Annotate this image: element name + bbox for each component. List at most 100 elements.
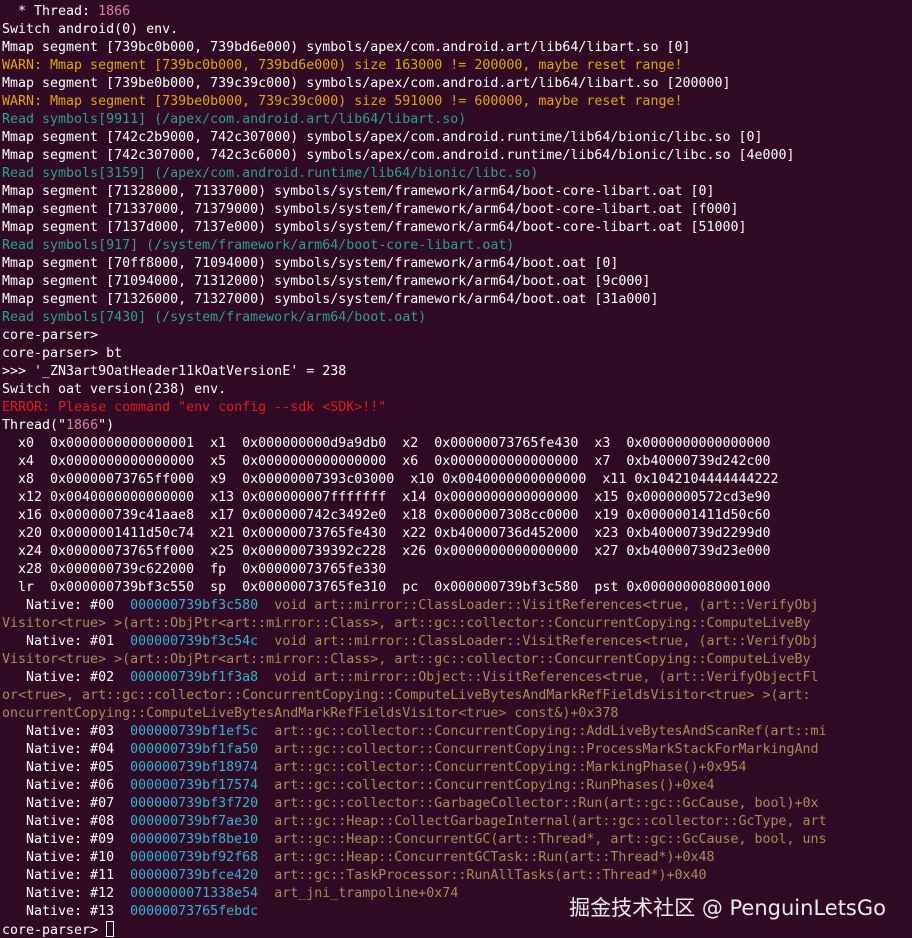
terminal-text-segment: art::gc::Heap::ConcurrentGC(art::Thread*… <box>258 832 827 847</box>
terminal-text-segment: Switch oat version(238) env. <box>2 382 227 397</box>
terminal-line: >>> '_ZN3art9OatHeader11kOatVersionE' = … <box>2 363 912 381</box>
terminal-line: Native: #01 000000739bf3c54c void art::m… <box>2 633 912 651</box>
terminal-text-segment: art::gc::TaskProcessor::RunAllTasks(art:… <box>258 868 707 883</box>
terminal-text-segment: art::gc::Heap::ConcurrentGCTask::Run(art… <box>258 850 715 865</box>
terminal-text-segment: Native: #05 <box>2 760 131 775</box>
terminal-text-segment: 0000000071338e54 <box>130 886 259 901</box>
terminal-text-segment: 00000073765febdc <box>130 904 259 919</box>
terminal-text-segment: 000000739bf18974 <box>130 760 259 775</box>
terminal-text-segment: x0 0x0000000000000001 x1 0x000000000d9a9… <box>2 436 771 451</box>
terminal-line: x4 0x0000000000000000 x5 0x0000000000000… <box>2 453 912 471</box>
terminal-text-segment: Switch android(0) env. <box>2 22 179 37</box>
terminal-text-segment: art::gc::collector::ConcurrentCopying::R… <box>258 778 715 793</box>
terminal-line: Switch android(0) env. <box>2 21 912 39</box>
terminal-text-segment: or<true>, art::gc::collector::Concurrent… <box>2 688 811 703</box>
terminal-text-segment: x8 0x00000073765ff000 x9 0x00000007393c0… <box>2 472 779 487</box>
terminal-text-segment: Native: #03 <box>2 724 131 739</box>
watermark: 掘金技术社区 @ PenguinLetsGo <box>569 896 886 920</box>
terminal-line: x8 0x00000073765ff000 x9 0x00000007393c0… <box>2 471 912 489</box>
terminal-line: Native: #06 000000739bf17574 art::gc::co… <box>2 777 912 795</box>
text-cursor <box>106 921 115 937</box>
terminal-text-segment: Read symbols[9911] (/apex/com.android.ar… <box>2 112 467 127</box>
terminal-text-segment: void art::mirror::Object::VisitReference… <box>258 670 819 685</box>
terminal-text-segment: * Thread: <box>2 4 99 19</box>
terminal-text-segment: Mmap segment [71328000, 71337000) symbol… <box>2 184 715 199</box>
terminal-line: x0 0x0000000000000001 x1 0x000000000d9a9… <box>2 435 912 453</box>
prompt-text: core-parser> <box>2 923 107 938</box>
terminal-line: x28 0x000000739c622000 fp 0x00000073765f… <box>2 561 912 579</box>
terminal-text-segment: Native: #06 <box>2 778 131 793</box>
terminal-text-segment: void art::mirror::ClassLoader::VisitRefe… <box>258 634 819 649</box>
terminal-text-segment: Thread(" <box>2 418 67 433</box>
terminal-line: Native: #00 000000739bf3c580 void art::m… <box>2 597 912 615</box>
terminal-text-segment: 000000739bf17574 <box>130 778 259 793</box>
terminal-text-segment: 000000739bf1ef5c <box>130 724 259 739</box>
terminal-text-segment: Read symbols[7430] (/system/framework/ar… <box>2 310 427 325</box>
prompt-line[interactable]: core-parser> <box>2 921 912 938</box>
terminal-line: Native: #04 000000739bf1fa50 art::gc::co… <box>2 741 912 759</box>
terminal-line: WARN: Mmap segment [739bc0b000, 739bd6e0… <box>2 57 912 75</box>
terminal-line: x12 0x0040000000000000 x13 0x000000007ff… <box>2 489 912 507</box>
terminal-text-segment: 000000739bf7ae30 <box>130 814 259 829</box>
terminal-text-segment: Visitor<true> >(art::ObjPtr<art::mirror:… <box>2 652 811 667</box>
terminal-line: Mmap segment [739be0b000, 739c39c000) sy… <box>2 75 912 93</box>
terminal-text-segment: Visitor<true> >(art::ObjPtr<art::mirror:… <box>2 616 811 631</box>
terminal-line: ERROR: Please command "env config --sdk … <box>2 399 912 417</box>
terminal-line: x16 0x000000739c41aae8 x17 0x000000742c3… <box>2 507 912 525</box>
terminal-line: * Thread: 1866 <box>2 3 912 21</box>
terminal-output: * Thread: 1866 Switch android(0) env. Mmap… <box>2 3 912 921</box>
terminal-text-segment: art_jni_trampoline+0x74 <box>258 886 459 901</box>
terminal-text-segment: Native: #08 <box>2 814 131 829</box>
terminal-line: Native: #10 000000739bf92f68 art::gc::He… <box>2 849 912 867</box>
terminal-line: Mmap segment [71326000, 71327000) symbol… <box>2 291 912 309</box>
terminal-text-segment: 000000739bfce420 <box>130 868 259 883</box>
terminal-line: Mmap segment [71328000, 71337000) symbol… <box>2 183 912 201</box>
terminal-text-segment: x28 0x000000739c622000 fp 0x00000073765f… <box>2 562 387 577</box>
terminal-text-segment: oncurrentCopying::ComputeLiveBytesAndMar… <box>2 706 619 721</box>
terminal-text-segment: Native: #09 <box>2 832 131 847</box>
terminal-line: core-parser> bt <box>2 345 912 363</box>
terminal-text-segment: Mmap segment [7137d000, 7137e000) symbol… <box>2 220 747 235</box>
terminal-line: x20 0x0000001411d50c74 x21 0x00000073765… <box>2 525 912 543</box>
terminal-text-segment: art::gc::collector::ConcurrentCopying::P… <box>258 742 819 757</box>
terminal-text-segment: 000000739bf3c54c <box>130 634 259 649</box>
terminal-text-segment: core-parser> bt <box>2 346 123 361</box>
terminal-text-segment: lr 0x000000739bf3c550 sp 0x00000073765fe… <box>2 580 771 595</box>
terminal-window[interactable]: * Thread: 1866 Switch android(0) env. Mmap… <box>0 0 912 938</box>
terminal-line: Read symbols[3159] (/apex/com.android.ru… <box>2 165 912 183</box>
terminal-line: Mmap segment [71094000, 71312000) symbol… <box>2 273 912 291</box>
terminal-text-segment: x20 0x0000001411d50c74 x21 0x00000073765… <box>2 526 771 541</box>
terminal-line: WARN: Mmap segment [739be0b000, 739c39c0… <box>2 93 912 111</box>
terminal-text-segment: 000000739bf3c580 <box>130 598 259 613</box>
terminal-line: Native: #02 000000739bf1f3a8 void art::m… <box>2 669 912 687</box>
terminal-text-segment: Mmap segment [71094000, 71312000) symbol… <box>2 274 651 289</box>
terminal-text-segment: 000000739bf1f3a8 <box>130 670 259 685</box>
terminal-line: Mmap segment [739bc0b000, 739bd6e000) sy… <box>2 39 912 57</box>
terminal-text-segment: Read symbols[917] (/system/framework/arm… <box>2 238 515 253</box>
terminal-line: Read symbols[9911] (/apex/com.android.ar… <box>2 111 912 129</box>
terminal-line: Visitor<true> >(art::ObjPtr<art::mirror:… <box>2 615 912 633</box>
terminal-text-segment: Native: #01 <box>2 634 131 649</box>
terminal-text-segment: Native: #00 <box>2 598 131 613</box>
terminal-text-segment: ERROR: Please command "env config --sdk … <box>2 400 387 415</box>
terminal-text-segment: x16 0x000000739c41aae8 x17 0x000000742c3… <box>2 508 771 523</box>
terminal-line: Native: #05 000000739bf18974 art::gc::co… <box>2 759 912 777</box>
terminal-text-segment: Mmap segment [71337000, 71379000) symbol… <box>2 202 739 217</box>
terminal-line: Native: #11 000000739bfce420 art::gc::Ta… <box>2 867 912 885</box>
terminal-line: x24 0x00000073765ff000 x25 0x00000073939… <box>2 543 912 561</box>
terminal-text-segment: 1866 <box>66 418 99 433</box>
terminal-text-segment: Native: #12 <box>2 886 131 901</box>
terminal-text-segment: art::gc::Heap::CollectGarbageInternal(ar… <box>258 814 827 829</box>
terminal-line: Native: #08 000000739bf7ae30 art::gc::He… <box>2 813 912 831</box>
terminal-text-segment: 000000739bf8be10 <box>130 832 259 847</box>
terminal-text-segment: WARN: Mmap segment [739bc0b000, 739bd6e0… <box>2 58 683 73</box>
terminal-text-segment: core-parser> <box>2 328 99 343</box>
terminal-text-segment: Read symbols[3159] (/apex/com.android.ru… <box>2 166 539 181</box>
terminal-text-segment: Mmap segment [739be0b000, 739c39c000) sy… <box>2 76 731 91</box>
terminal-text-segment: >>> '_ZN3art9OatHeader11kOatVersionE' = … <box>2 364 347 379</box>
terminal-line: Mmap segment [742c2b9000, 742c307000) sy… <box>2 129 912 147</box>
terminal-text-segment: ") <box>98 418 115 433</box>
terminal-text-segment: Native: #13 <box>2 904 131 919</box>
terminal-line: Thread("1866") <box>2 417 912 435</box>
terminal-text-segment: Mmap segment [742c2b9000, 742c307000) sy… <box>2 130 763 145</box>
